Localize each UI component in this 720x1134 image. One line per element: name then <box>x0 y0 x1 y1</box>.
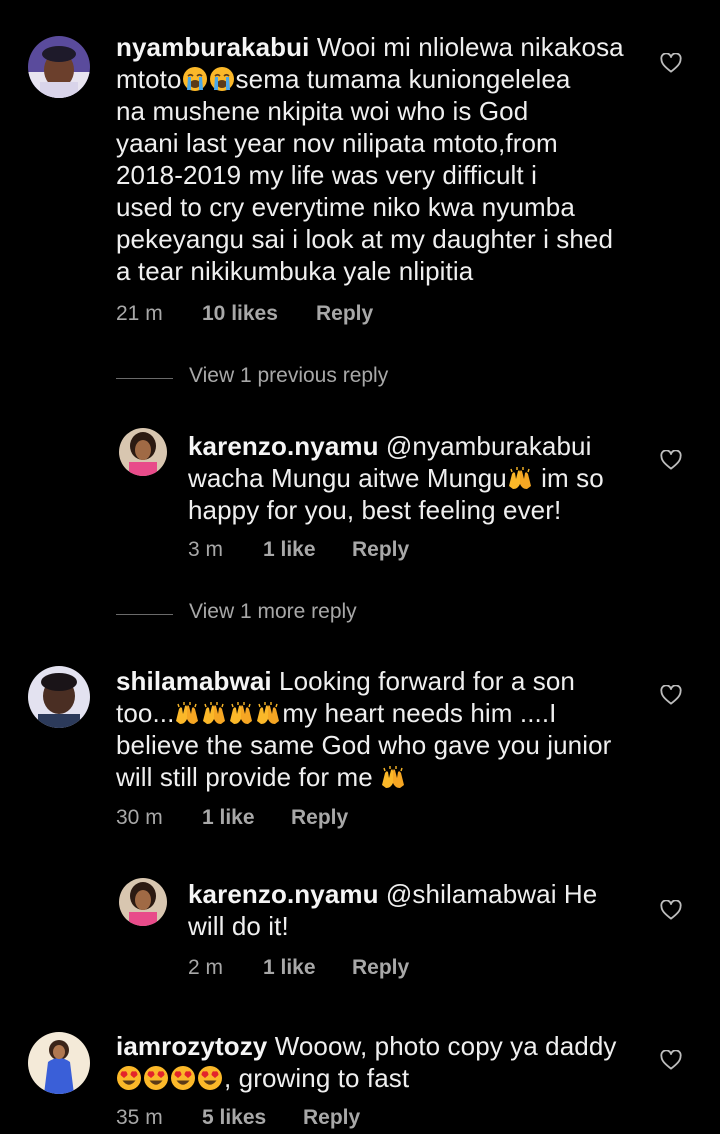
comment-text: mtoto <box>116 64 182 94</box>
heart-outline-icon[interactable] <box>660 900 682 920</box>
comment-text: 2018-2019 my life was very difficult i <box>116 160 537 190</box>
comment-meta: 3 m 1 like Reply <box>188 538 488 564</box>
comment-body: iamrozytozy Wooow, photo copy ya daddy ,… <box>116 1030 656 1094</box>
comment-item: iamrozytozy Wooow, photo copy ya daddy ,… <box>0 1026 720 1134</box>
comment-meta: 2 m 1 like Reply <box>188 956 488 982</box>
divider-line <box>116 614 173 615</box>
comment-body: shilamabwai Looking forward for a son to… <box>116 665 656 793</box>
comment-username[interactable]: shilamabwai <box>116 666 272 696</box>
comment-text: Wooi mi nliolewa nikakosa <box>316 32 624 62</box>
comment-username[interactable]: nyamburakabui <box>116 32 309 62</box>
mention-link[interactable]: @nyamburakabui <box>386 431 592 461</box>
heart-eyes-emoji <box>197 1065 223 1091</box>
comment-text: believe the same God who gave you junior <box>116 730 612 760</box>
comment-text: will do it! <box>188 911 289 941</box>
reply-button[interactable]: Reply <box>303 1106 360 1130</box>
raising-hands-emoji <box>380 764 406 790</box>
comment-body: nyamburakabui Wooi mi nliolewa nikakosa … <box>116 31 656 287</box>
comment-body: karenzo.nyamu @shilamabwai He will do it… <box>188 878 648 942</box>
comment-text: Looking forward for a son <box>279 666 575 696</box>
view-replies-label[interactable]: View 1 previous reply <box>189 364 388 388</box>
comment-text: too... <box>116 698 175 728</box>
comment-body: karenzo.nyamu @nyamburakabui wacha Mungu… <box>188 430 648 526</box>
comment-timestamp: 2 m <box>188 956 224 979</box>
comment-timestamp: 3 m <box>188 538 224 561</box>
comment-text: im so <box>533 463 604 493</box>
raising-hands-emoji <box>255 700 281 726</box>
reply-item: karenzo.nyamu @shilamabwai He will do it… <box>0 870 720 990</box>
comment-text: my heart needs him ....I <box>282 698 557 728</box>
heart-eyes-emoji <box>143 1065 169 1091</box>
comment-text: used to cry everytime niko kwa nyumba <box>116 192 575 222</box>
view-replies-toggle[interactable]: View 1 previous reply <box>116 364 516 394</box>
likes-count[interactable]: 10 likes <box>202 302 278 326</box>
likes-count[interactable]: 1 like <box>202 806 255 830</box>
avatar[interactable] <box>119 428 167 476</box>
comment-text: will still provide for me <box>116 762 373 792</box>
comment-meta: 35 m 5 likes Reply <box>116 1106 516 1132</box>
comment-timestamp: 35 m <box>116 1106 163 1129</box>
raising-hands-emoji <box>201 700 227 726</box>
comment-item: shilamabwai Looking forward for a son to… <box>0 660 720 860</box>
comment-username[interactable]: iamrozytozy <box>116 1031 267 1061</box>
comment-text: wacha Mungu aitwe Mungu <box>188 463 507 493</box>
comment-text: Wooow, photo copy ya daddy <box>274 1031 617 1061</box>
comment-text: yaani last year nov nilipata mtoto,from <box>116 128 558 158</box>
raising-hands-emoji <box>174 700 200 726</box>
raising-hands-emoji <box>228 700 254 726</box>
crying-face-emoji <box>209 66 235 92</box>
comment-username[interactable]: karenzo.nyamu <box>188 879 379 909</box>
comment-text: sema tumama kuniongelelea <box>235 64 571 94</box>
avatar[interactable] <box>119 878 167 926</box>
avatar[interactable] <box>28 666 90 728</box>
heart-eyes-emoji <box>116 1065 142 1091</box>
reply-button[interactable]: Reply <box>352 956 409 980</box>
heart-outline-icon[interactable] <box>660 1050 682 1070</box>
view-replies-toggle[interactable]: View 1 more reply <box>116 600 516 630</box>
avatar[interactable] <box>28 36 90 98</box>
comment-text: a tear nikikumbuka yale nlipitia <box>116 256 474 286</box>
comment-text: happy for you, best feeling ever! <box>188 495 562 525</box>
heart-outline-icon[interactable] <box>660 53 682 73</box>
heart-outline-icon[interactable] <box>660 450 682 470</box>
reply-item: karenzo.nyamu @nyamburakabui wacha Mungu… <box>0 420 720 580</box>
comment-text: , growing to fast <box>224 1063 410 1093</box>
comment-username[interactable]: karenzo.nyamu <box>188 431 379 461</box>
heart-eyes-emoji <box>170 1065 196 1091</box>
crying-face-emoji <box>182 66 208 92</box>
comment-text: @shilamabwai He <box>385 879 598 909</box>
reply-button[interactable]: Reply <box>316 302 373 326</box>
comment-timestamp: 30 m <box>116 806 163 829</box>
reply-button[interactable]: Reply <box>352 538 409 562</box>
raising-hands-emoji <box>507 465 533 491</box>
heart-outline-icon[interactable] <box>660 685 682 705</box>
comment-meta: 30 m 1 like Reply <box>116 806 516 832</box>
comment-text: pekeyangu sai i look at my daughter i sh… <box>116 224 614 254</box>
divider-line <box>116 378 173 379</box>
likes-count[interactable]: 1 like <box>263 956 316 980</box>
likes-count[interactable]: 1 like <box>263 538 316 562</box>
reply-button[interactable]: Reply <box>291 806 348 830</box>
comment-text: na mushene nkipita woi who is God <box>116 96 529 126</box>
view-replies-label[interactable]: View 1 more reply <box>189 600 357 624</box>
comment-item: nyamburakabui Wooi mi nliolewa nikakosa … <box>0 0 720 340</box>
likes-count[interactable]: 5 likes <box>202 1106 266 1130</box>
comment-meta: 21 m 10 likes Reply <box>116 302 516 328</box>
avatar[interactable] <box>28 1032 90 1094</box>
comment-timestamp: 21 m <box>116 302 163 325</box>
